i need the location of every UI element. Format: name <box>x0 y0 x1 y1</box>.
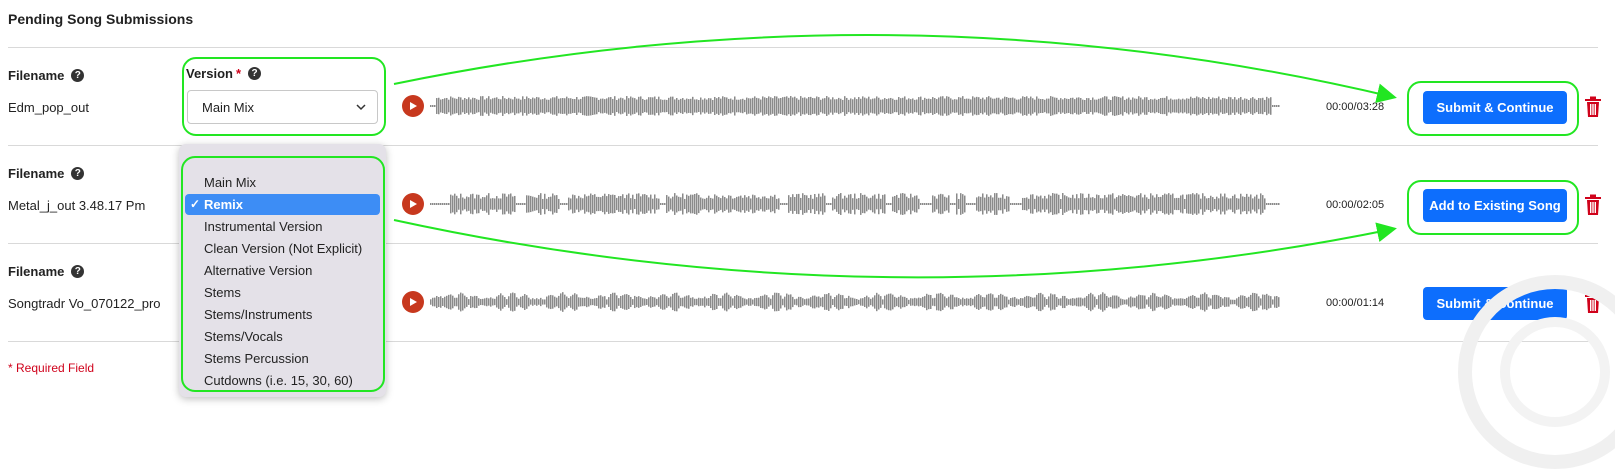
waveform[interactable] <box>430 92 1300 120</box>
required-field-note: * Required Field <box>8 361 95 375</box>
version-highlight <box>182 57 386 136</box>
filename-label-text: Filename <box>8 264 65 279</box>
question-circle-icon[interactable]: ? <box>71 167 85 180</box>
submit-highlight <box>1407 81 1579 136</box>
filename-value: Edm_pop_out <box>8 100 89 115</box>
filename-value: Metal_j_out 3.48.17 Pm <box>8 198 146 213</box>
filename-label: Filename ? <box>8 264 85 279</box>
time-display: 00:00/01:14 <box>1326 297 1385 309</box>
trash-icon[interactable] <box>1584 96 1602 118</box>
play-button[interactable] <box>402 291 424 313</box>
page-title: Pending Song Submissions <box>8 11 194 27</box>
play-icon <box>410 298 417 306</box>
filename-label: Filename ? <box>8 68 85 83</box>
waveform[interactable] <box>430 190 1300 218</box>
filename-value: Songtradr Vo_070122_pro <box>8 296 161 311</box>
arrow-to-submit <box>393 34 1397 104</box>
divider <box>8 47 1598 48</box>
background-logo-icon <box>1458 275 1615 469</box>
trash-icon[interactable] <box>1584 194 1602 216</box>
play-icon <box>410 200 417 208</box>
question-circle-icon[interactable]: ? <box>71 265 85 278</box>
time-display: 00:00/02:05 <box>1326 199 1385 211</box>
play-icon <box>410 102 417 110</box>
waveform[interactable] <box>430 288 1300 316</box>
play-button[interactable] <box>402 95 424 117</box>
filename-label: Filename ? <box>8 166 85 181</box>
time-display: 00:00/03:28 <box>1326 101 1385 113</box>
arrow-to-add-existing <box>393 219 1397 279</box>
play-button[interactable] <box>402 193 424 215</box>
question-circle-icon[interactable]: ? <box>71 69 85 82</box>
filename-label-text: Filename <box>8 68 65 83</box>
filename-label-text: Filename <box>8 166 65 181</box>
add-existing-highlight <box>1407 180 1579 235</box>
dropdown-highlight <box>181 156 385 392</box>
